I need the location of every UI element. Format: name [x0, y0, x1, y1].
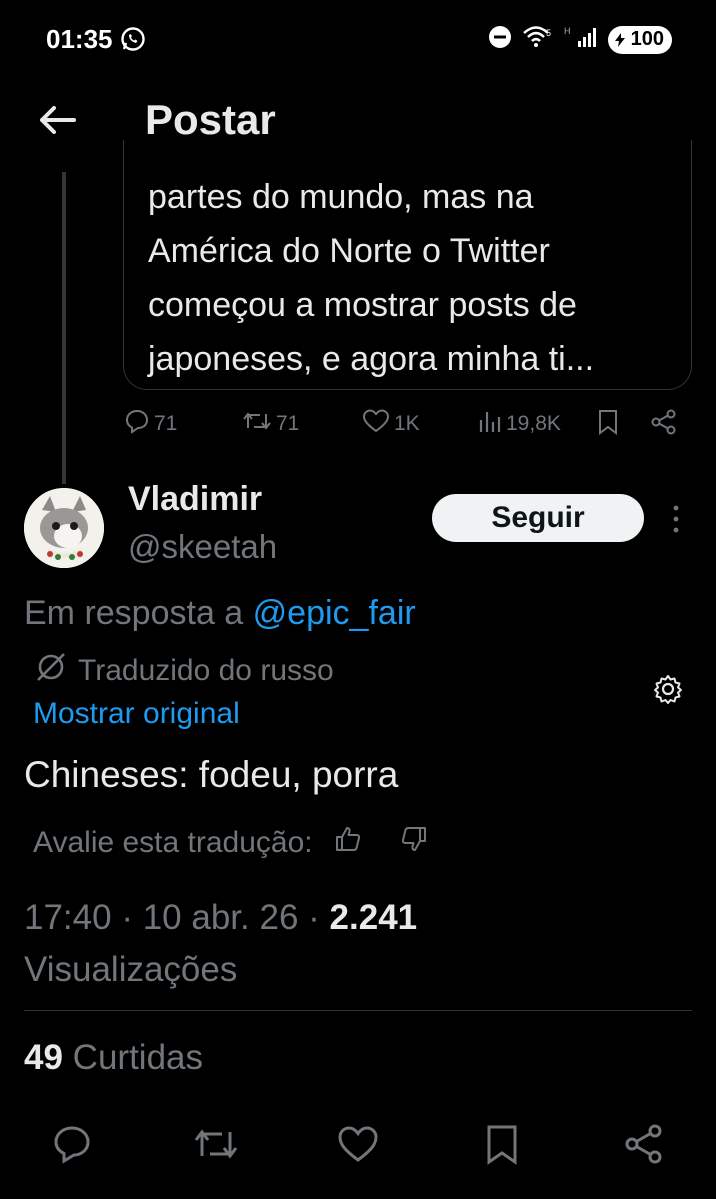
- quoted-post-text: partes do mundo, mas na América do Norte…: [148, 170, 688, 386]
- reply-icon[interactable]: [50, 1122, 94, 1166]
- meta-separator: ·: [308, 898, 330, 937]
- like-icon[interactable]: [336, 1122, 380, 1166]
- views-label: Visualizações: [24, 950, 238, 989]
- thumbs-up-icon[interactable]: [333, 824, 363, 862]
- reply-to-mention[interactable]: @epic_fair: [253, 594, 416, 632]
- share-icon[interactable]: [622, 1122, 666, 1166]
- dnd-icon: [488, 25, 512, 54]
- thumbs-down-icon[interactable]: [399, 824, 429, 862]
- repost-button[interactable]: 71: [242, 408, 299, 440]
- parent-action-row: 71 71 1K 19,8K: [0, 408, 716, 448]
- quoted-line: América do Norte o Twitter: [148, 232, 550, 270]
- reply-to-line: Em resposta a @epic_fair: [24, 594, 416, 633]
- gear-icon[interactable]: [652, 673, 684, 705]
- follow-button[interactable]: Seguir: [432, 494, 644, 542]
- rate-label: Avalie esta tradução:: [33, 826, 313, 859]
- translate-icon: [34, 650, 68, 692]
- status-bar: 01:35 5 H 100: [0, 0, 716, 78]
- author-handle[interactable]: @skeetah: [128, 528, 277, 566]
- views-button[interactable]: 19,8K: [478, 408, 561, 440]
- bookmark-icon[interactable]: [596, 408, 620, 436]
- svg-text:H: H: [564, 26, 571, 36]
- likes-summary[interactable]: 49 Curtidas: [24, 1038, 203, 1078]
- post-body-text: Chineses: fodeu, porra: [24, 754, 399, 795]
- rate-translation: Avalie esta tradução:: [33, 824, 429, 862]
- views-total: 2.241: [329, 898, 418, 937]
- quoted-line: começou a mostrar posts de: [148, 286, 577, 324]
- quoted-line: partes do mundo, mas na: [148, 178, 534, 216]
- post-action-bar: [0, 1122, 716, 1172]
- reply-icon: [124, 408, 150, 440]
- likes-label: Curtidas: [72, 1038, 203, 1077]
- views-count: 19,8K: [506, 412, 561, 435]
- post-date: 10 abr. 26: [142, 898, 299, 937]
- battery-level: 100: [630, 28, 664, 50]
- wifi-icon: 5: [522, 24, 554, 55]
- whatsapp-icon: [120, 26, 146, 57]
- divider: [24, 1010, 692, 1011]
- bookmark-icon[interactable]: [480, 1122, 524, 1166]
- meta-separator: ·: [121, 898, 143, 937]
- repost-count: 71: [276, 412, 300, 435]
- like-button[interactable]: 1K: [362, 408, 420, 440]
- views-icon: [478, 408, 502, 440]
- reply-to-prefix: Em resposta a: [24, 594, 244, 632]
- battery-icon: 100: [607, 25, 672, 54]
- repost-icon[interactable]: [192, 1122, 238, 1166]
- more-icon[interactable]: [664, 502, 688, 536]
- share-icon[interactable]: [650, 408, 678, 436]
- status-time: 01:35: [46, 24, 113, 54]
- reply-button[interactable]: 71: [124, 408, 177, 440]
- reply-count: 71: [154, 412, 178, 435]
- show-original-link[interactable]: Mostrar original: [33, 697, 240, 731]
- author-name[interactable]: Vladimir: [128, 480, 262, 519]
- like-icon: [362, 408, 390, 440]
- back-arrow-icon[interactable]: [36, 100, 80, 140]
- signal-icon: H: [564, 25, 598, 54]
- translation-notice: Traduzido do russo: [34, 650, 334, 692]
- translated-label: Traduzido do russo: [78, 654, 334, 687]
- avatar[interactable]: [24, 488, 104, 568]
- likes-total: 49: [24, 1038, 63, 1077]
- quoted-line: japoneses, e agora minha ti...: [148, 340, 595, 378]
- page-title: Postar: [145, 96, 276, 143]
- post-time: 17:40: [24, 898, 112, 937]
- repost-icon: [242, 408, 272, 440]
- svg-text:5: 5: [546, 28, 551, 38]
- like-count: 1K: [394, 412, 420, 435]
- post-metadata: 17:40 · 10 abr. 26 · 2.241 Visualizações: [24, 892, 584, 996]
